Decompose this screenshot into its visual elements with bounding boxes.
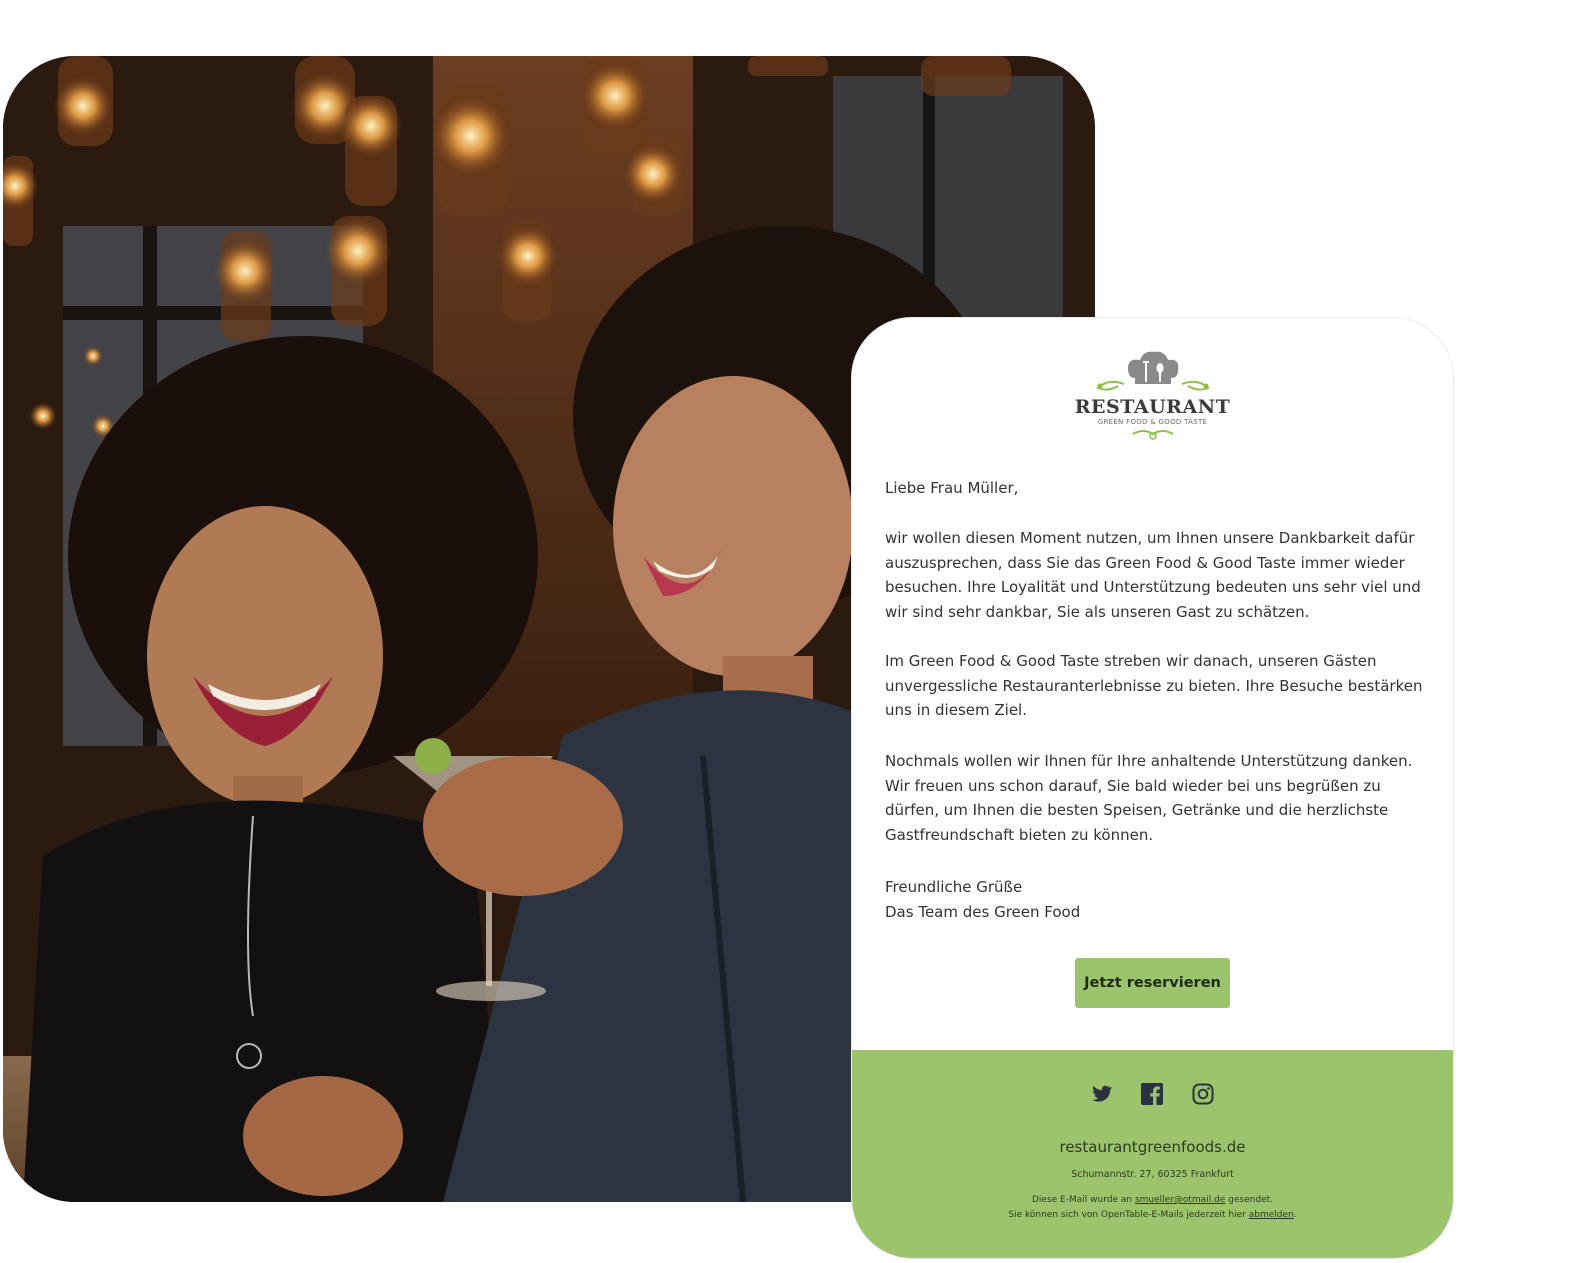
email-salutation: Liebe Frau Müller, — [885, 479, 1019, 497]
twitter-icon[interactable] — [1089, 1082, 1113, 1106]
note-text: . — [1293, 1210, 1297, 1220]
email-footer: restaurantgreenfoods.de Schumannstr. 27,… — [852, 1050, 1453, 1258]
restaurant-logo: RESTAURANT GREEN FOOD & GOOD TASTE — [852, 348, 1453, 444]
footer-domain: restaurantgreenfoods.de — [1059, 1138, 1246, 1156]
note-text: Sie können sich von OpenTable-E-Mails je… — [1008, 1210, 1249, 1220]
recipient-email-link[interactable]: smueller@otmail.de — [1135, 1195, 1225, 1205]
email-paragraph: Im Green Food & Good Taste streben wir d… — [885, 652, 1423, 719]
note-text: gesendet. — [1225, 1195, 1273, 1205]
email-preview: RESTAURANT GREEN FOOD & GOOD TASTE Liebe… — [852, 318, 1453, 1258]
logo-title: RESTAURANT — [1074, 396, 1231, 418]
reserve-button[interactable]: Jetzt reservieren — [1075, 958, 1230, 1008]
facebook-icon[interactable] — [1140, 1082, 1164, 1106]
social-links — [852, 1082, 1453, 1106]
email-paragraph: wir wollen diesen Moment nutzen, um Ihne… — [885, 529, 1421, 621]
closing-signature: Das Team des Green Food — [885, 902, 1081, 921]
logo-subtitle: GREEN FOOD & GOOD TASTE — [1097, 418, 1208, 426]
instagram-icon[interactable] — [1191, 1082, 1215, 1106]
unsubscribe-link[interactable]: abmelden — [1249, 1210, 1294, 1220]
footer-unsubscribe-note: Sie können sich von OpenTable-E-Mails je… — [852, 1210, 1453, 1220]
footer-address: Schumannstr. 27, 60325 Frankfurt — [1071, 1169, 1234, 1180]
footer-recipient-note: Diese E-Mail wurde an smueller@otmail.de… — [852, 1195, 1453, 1205]
email-paragraph: Nochmals wollen wir Ihnen für Ihre anhal… — [885, 752, 1413, 844]
note-text: Diese E-Mail wurde an — [1032, 1195, 1135, 1205]
email-closing: Freundliche Grüße Das Team des Green Foo… — [885, 875, 1430, 924]
closing-greeting: Freundliche Grüße — [885, 878, 1023, 896]
